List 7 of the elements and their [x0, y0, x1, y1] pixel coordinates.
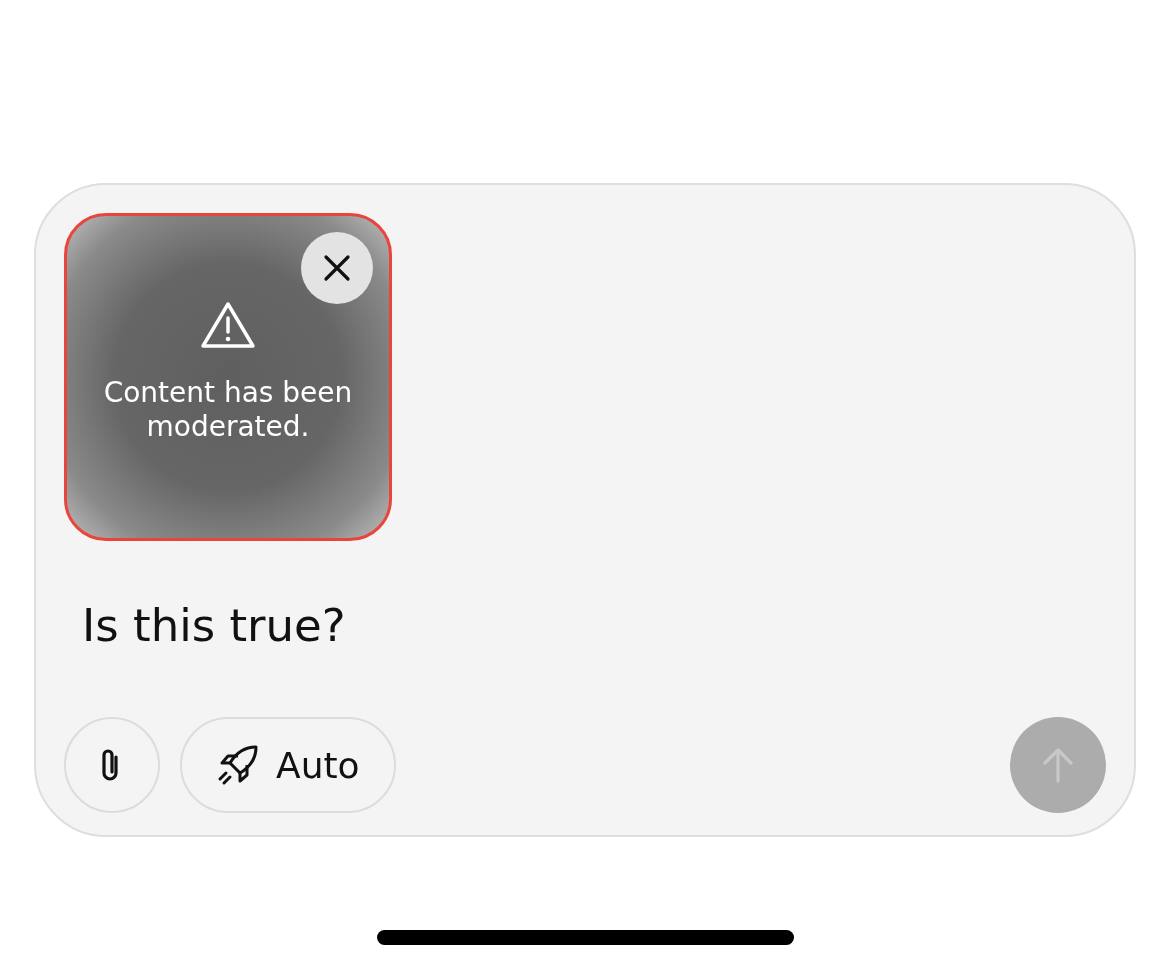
moderated-attachment[interactable]: Content has been moderated.: [64, 213, 392, 541]
up-arrow-icon: [1040, 745, 1076, 785]
close-icon: [322, 253, 352, 283]
mode-button[interactable]: Auto: [180, 717, 396, 813]
message-input[interactable]: Is this true?: [82, 599, 346, 652]
warning-icon: [200, 300, 256, 350]
moderation-message: Content has been moderated.: [102, 376, 354, 444]
